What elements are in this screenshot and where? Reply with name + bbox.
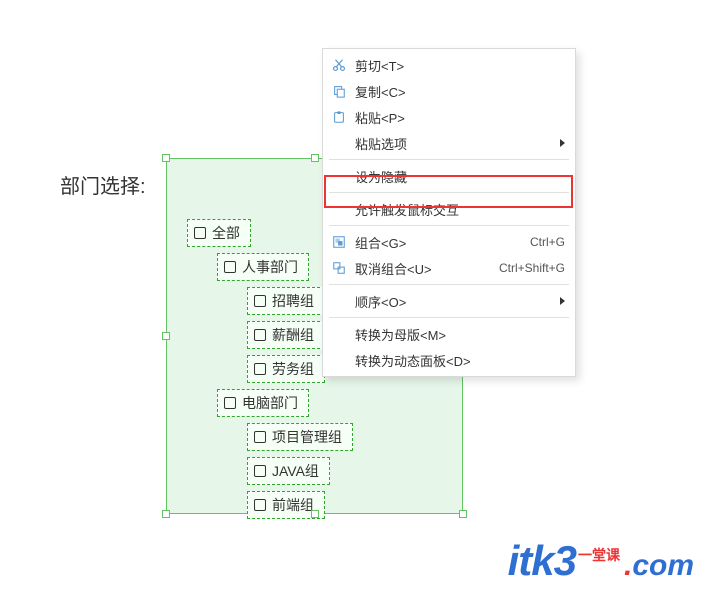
tree-item[interactable]: 电脑部门 xyxy=(217,389,309,417)
menu-item[interactable]: 组合<G> Ctrl+G xyxy=(323,229,575,255)
menu-item-shortcut: Ctrl+Shift+G xyxy=(499,261,565,275)
menu-separator xyxy=(329,192,569,193)
checkbox-icon[interactable] xyxy=(254,465,266,477)
tree-item-label: 电脑部门 xyxy=(242,393,298,413)
resize-handle-br[interactable] xyxy=(459,510,467,518)
tree-item[interactable]: 项目管理组 xyxy=(247,423,353,451)
logo-dot: . xyxy=(624,549,632,583)
submenu-arrow-icon xyxy=(560,139,565,147)
checkbox-icon[interactable] xyxy=(254,499,266,511)
menu-item-label: 转换为动态面板<D> xyxy=(355,351,565,370)
tree-item[interactable]: 全部 xyxy=(187,219,251,247)
paste-icon xyxy=(323,110,355,124)
menu-item-label: 取消组合<U> xyxy=(355,259,491,278)
logo-tag: 一堂课 xyxy=(578,545,620,565)
checkbox-icon[interactable] xyxy=(224,397,236,409)
checkbox-icon[interactable] xyxy=(254,295,266,307)
watermark-logo: itk3 一堂课 . com xyxy=(508,537,694,585)
menu-item-label: 允许触发鼠标交互 xyxy=(355,200,565,219)
menu-item[interactable]: 转换为母版<M> xyxy=(323,321,575,347)
menu-item-label: 设为隐藏 xyxy=(355,167,565,186)
menu-item[interactable]: 复制<C> xyxy=(323,78,575,104)
menu-separator xyxy=(329,317,569,318)
menu-item[interactable]: 剪切<T> xyxy=(323,52,575,78)
menu-item-label: 组合<G> xyxy=(355,233,522,252)
group-icon xyxy=(323,235,355,249)
resize-handle-tm[interactable] xyxy=(311,154,319,162)
tree-item[interactable]: 薪酬组 xyxy=(247,321,325,349)
menu-item[interactable]: 设为隐藏 xyxy=(323,163,575,189)
menu-item-label: 粘贴<P> xyxy=(355,108,565,127)
logo-com: com xyxy=(632,549,694,583)
tree-item[interactable]: 劳务组 xyxy=(247,355,325,383)
menu-item[interactable]: 取消组合<U> Ctrl+Shift+G xyxy=(323,255,575,281)
menu-separator xyxy=(329,284,569,285)
resize-handle-tl[interactable] xyxy=(162,154,170,162)
tree-item[interactable]: 招聘组 xyxy=(247,287,325,315)
tree-item-label: JAVA组 xyxy=(272,461,319,481)
tree-item-label: 全部 xyxy=(212,223,240,243)
menu-item-label: 转换为母版<M> xyxy=(355,325,565,344)
menu-item[interactable]: 允许触发鼠标交互 xyxy=(323,196,575,222)
copy-icon xyxy=(323,84,355,98)
menu-item[interactable]: 粘贴<P> xyxy=(323,104,575,130)
logo-main: itk3 xyxy=(508,537,576,585)
cut-icon xyxy=(323,58,355,72)
menu-item-label: 顺序<O> xyxy=(355,292,552,311)
checkbox-icon[interactable] xyxy=(254,329,266,341)
resize-handle-bl[interactable] xyxy=(162,510,170,518)
checkbox-icon[interactable] xyxy=(254,431,266,443)
menu-item-label: 剪切<T> xyxy=(355,56,565,75)
menu-item[interactable]: 顺序<O> xyxy=(323,288,575,314)
menu-item-label: 粘贴选项 xyxy=(355,134,552,153)
context-menu[interactable]: 剪切<T> 复制<C> 粘贴<P> 粘贴选项设为隐藏允许触发鼠标交互组合<G> Ctrl… xyxy=(322,48,576,377)
tree-item-label: 劳务组 xyxy=(272,359,314,379)
tree-item[interactable]: 人事部门 xyxy=(217,253,309,281)
resize-handle-ml[interactable] xyxy=(162,332,170,340)
menu-separator xyxy=(329,225,569,226)
checkbox-icon[interactable] xyxy=(194,227,206,239)
menu-item-label: 复制<C> xyxy=(355,82,565,101)
checkbox-icon[interactable] xyxy=(224,261,236,273)
menu-item[interactable]: 转换为动态面板<D> xyxy=(323,347,575,373)
tree-item[interactable]: JAVA组 xyxy=(247,457,330,485)
menu-item[interactable]: 粘贴选项 xyxy=(323,130,575,156)
resize-handle-bm[interactable] xyxy=(311,510,319,518)
tree-item-label: 薪酬组 xyxy=(272,325,314,345)
tree-item-label: 项目管理组 xyxy=(272,427,342,447)
tree-item-label: 前端组 xyxy=(272,495,314,515)
menu-item-shortcut: Ctrl+G xyxy=(530,235,565,249)
submenu-arrow-icon xyxy=(560,297,565,305)
tree-item-label: 人事部门 xyxy=(242,257,298,277)
section-label: 部门选择: xyxy=(60,170,146,199)
ungroup-icon xyxy=(323,261,355,275)
tree-item-label: 招聘组 xyxy=(272,291,314,311)
checkbox-icon[interactable] xyxy=(254,363,266,375)
menu-separator xyxy=(329,159,569,160)
